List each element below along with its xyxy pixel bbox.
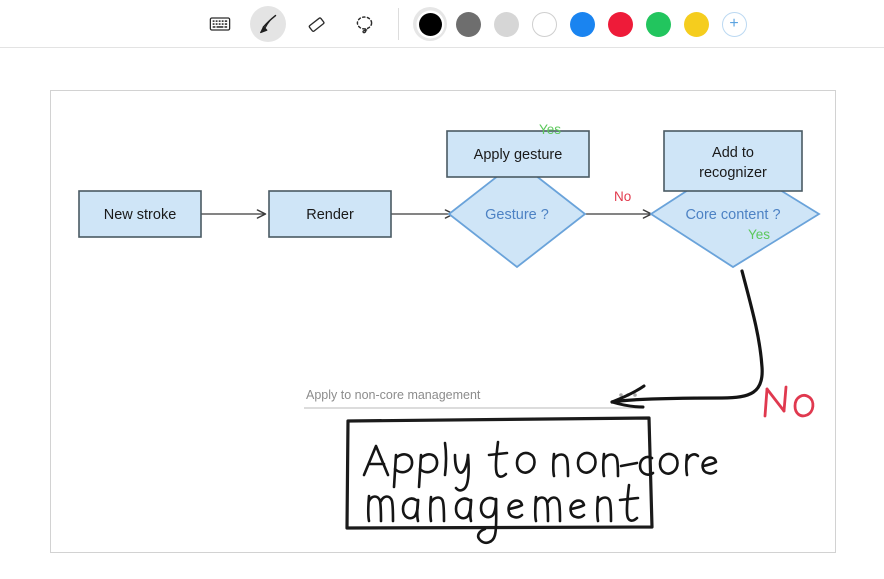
eraser-tool[interactable] xyxy=(298,6,334,42)
swatch-dot-yellow xyxy=(683,11,709,37)
edge-label-gesture-yes: Yes xyxy=(539,122,561,137)
node-add-to-recognizer-shape xyxy=(663,130,803,192)
handdrawn-no-arrow xyxy=(610,269,764,409)
top-toolbar: + xyxy=(0,0,884,48)
swatch-dot-light-grey xyxy=(493,11,519,37)
flowchart: New stroke Render Gesture ? Apply gestur… xyxy=(78,122,821,545)
node-new-stroke-label: New stroke xyxy=(104,207,177,223)
toolbar-controls: + xyxy=(196,0,753,48)
keyboard-tool[interactable] xyxy=(202,6,238,42)
lasso-select-icon xyxy=(356,15,372,33)
node-gesture-label: Gesture ? xyxy=(485,207,549,223)
handwritten-no-label xyxy=(763,385,815,418)
lasso-tool[interactable] xyxy=(346,6,382,42)
recognition-suggestion-text: Apply to non-core management xyxy=(306,388,481,402)
node-core-content-label: Core content ? xyxy=(685,207,780,223)
handwritten-note-group[interactable] xyxy=(345,416,718,545)
color-swatch-green[interactable] xyxy=(641,7,675,41)
toolbar-divider xyxy=(398,8,399,40)
node-add-to-recognizer-label-line2: recognizer xyxy=(699,165,767,181)
edge-label-gesture-no: No xyxy=(614,189,631,204)
keyboard-icon xyxy=(209,17,231,31)
node-render[interactable]: Render xyxy=(268,190,392,238)
color-swatch-blue[interactable] xyxy=(565,7,599,41)
color-swatch-white[interactable] xyxy=(527,7,561,41)
color-swatch-light-grey[interactable] xyxy=(489,7,523,41)
note-canvas[interactable]: New stroke Render Gesture ? Apply gestur… xyxy=(50,90,836,553)
node-render-label: Render xyxy=(306,207,354,223)
eraser-icon xyxy=(308,16,325,32)
node-new-stroke[interactable]: New stroke xyxy=(78,190,202,238)
node-add-to-recognizer[interactable]: Add to recognizer xyxy=(663,130,803,192)
color-swatch-black[interactable] xyxy=(413,7,447,41)
swatch-dot-white xyxy=(531,11,557,37)
node-apply-gesture[interactable]: Apply gesture xyxy=(446,130,590,178)
swatch-dot-black xyxy=(418,12,442,36)
color-swatch-yellow[interactable] xyxy=(679,7,713,41)
pen-tool[interactable] xyxy=(250,6,286,42)
plus-icon: + xyxy=(721,11,747,37)
swatch-dot-green xyxy=(645,11,671,37)
color-swatch-dark-grey[interactable] xyxy=(451,7,485,41)
node-apply-gesture-label: Apply gesture xyxy=(474,147,563,163)
edge-label-core-content-yes: Yes xyxy=(748,227,770,242)
pen-icon xyxy=(260,14,277,34)
recognition-suggestion-bar[interactable]: Apply to non-core management xyxy=(304,388,644,409)
swatch-dot-red xyxy=(607,11,633,37)
color-swatch-red[interactable] xyxy=(603,7,637,41)
swatch-dot-dark-grey xyxy=(455,11,481,37)
add-color-button[interactable]: + xyxy=(717,7,751,41)
swatch-dot-blue xyxy=(569,11,595,37)
node-add-to-recognizer-label-line1: Add to xyxy=(712,145,754,161)
